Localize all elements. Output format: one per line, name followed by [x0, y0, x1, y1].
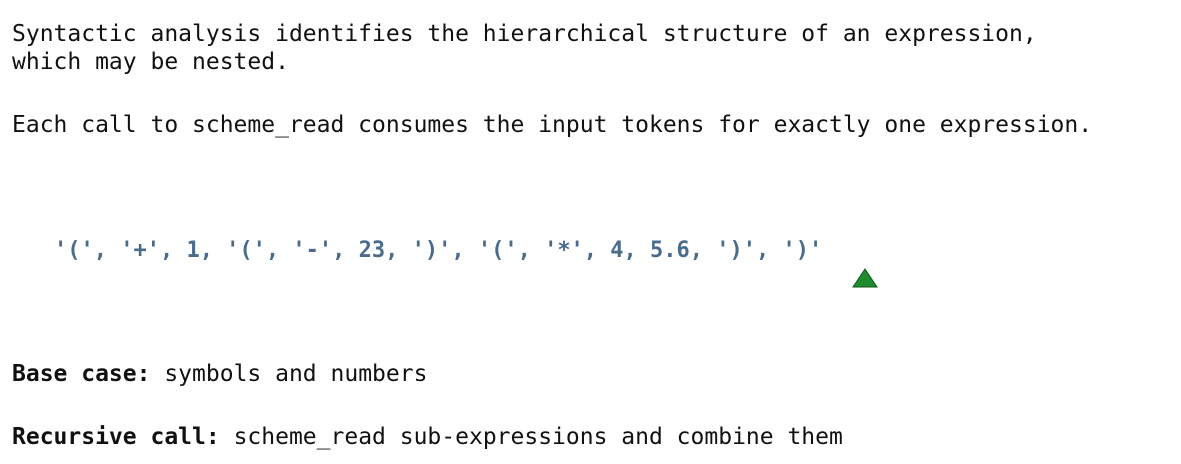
- recursive-call-label: Recursive call:: [12, 424, 220, 450]
- triangle-up-icon: [852, 268, 878, 288]
- base-case-label: Base case:: [12, 361, 151, 387]
- recursive-call-text: scheme_read sub-expressions and combine …: [219, 424, 843, 450]
- base-case-line: Base case: symbols and numbers: [12, 360, 427, 388]
- slide: Syntactic analysis identifies the hierar…: [0, 0, 1181, 464]
- intro-line-2: which may be nested.: [12, 49, 289, 75]
- base-case-text: symbols and numbers: [150, 361, 428, 387]
- intro-line-1: Syntactic analysis identifies the hierar…: [12, 21, 1037, 47]
- recursive-call-line: Recursive call: scheme_read sub-expressi…: [12, 423, 843, 451]
- intro-line-3: Each call to scheme_read consumes the in…: [12, 112, 1093, 138]
- token-sequence: '(', '+', 1, '(', '-', 23, ')', '(', '*'…: [54, 238, 823, 263]
